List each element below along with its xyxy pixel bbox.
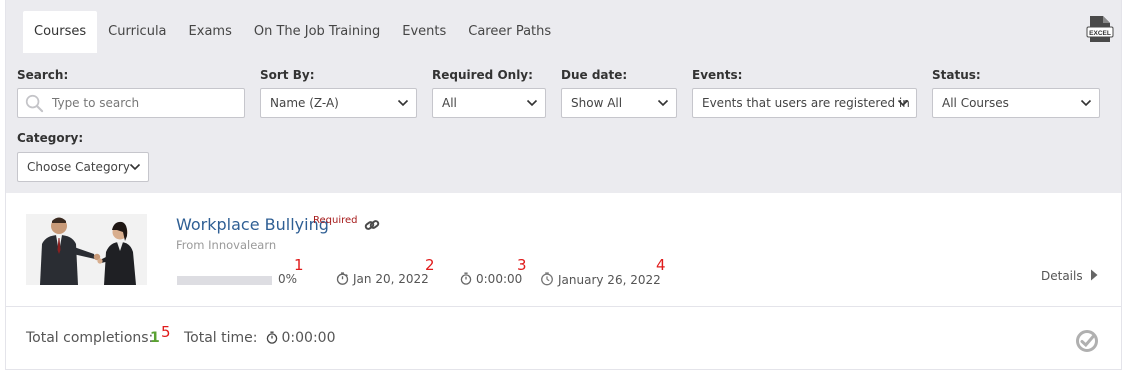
due-date-text: January 26, 2022 [558, 273, 661, 287]
annotation-marker-3: 3 [517, 256, 527, 274]
annotation-marker-1: 1 [294, 256, 304, 274]
filter-panel: Search: Type to search Sort By: Name (Z-… [6, 53, 1121, 193]
annotation-marker-2: 2 [425, 256, 435, 274]
events-select[interactable]: Events that users are registered in [692, 88, 917, 118]
excel-export-icon[interactable]: EXCEL [1086, 14, 1114, 44]
excel-badge-text: EXCEL [1089, 30, 1111, 37]
stopwatch-icon [266, 331, 277, 344]
status-label: Status: [932, 68, 981, 82]
stopwatch-icon [460, 272, 472, 285]
course-provider: From Innovalearn [176, 238, 277, 252]
header-bar: Courses Curricula Exams On The Job Train… [6, 0, 1121, 193]
progress-percent: 0% [278, 272, 298, 286]
total-time-label: Total time: [184, 330, 258, 346]
tab-courses[interactable]: Courses [23, 11, 98, 53]
chevron-down-icon [397, 99, 409, 107]
total-completions-label: Total completions: [26, 330, 154, 346]
sort-by-value: Name (Z-A) [270, 96, 339, 110]
progress-bar [177, 276, 272, 285]
annotation-marker-5: 5 [161, 323, 171, 341]
start-date: Jan 20, 2022 [336, 272, 429, 286]
total-completions-value: 1 [150, 330, 160, 346]
totals-footer: Total completions: 1 5 Total time: 0:00:… [6, 308, 1121, 370]
due-date: January 26, 2022 [540, 272, 661, 287]
search-placeholder: Type to search [52, 96, 140, 110]
course-thumbnail-image [26, 214, 147, 285]
due-date-value: Show All [571, 96, 623, 110]
start-date-text: Jan 20, 2022 [353, 272, 429, 286]
required-only-select[interactable]: All [432, 88, 546, 118]
chevron-down-icon [1080, 99, 1092, 107]
total-time: Total time: 0:00:00 [184, 330, 335, 346]
chevron-right-icon [1090, 269, 1098, 281]
required-only-value: All [442, 96, 457, 110]
total-time-value: 0:00:00 [281, 330, 336, 346]
search-icon [25, 94, 44, 113]
sort-by-select[interactable]: Name (Z-A) [260, 88, 417, 118]
required-badge: Required [313, 215, 358, 226]
tab-career-paths[interactable]: Career Paths [457, 11, 562, 53]
status-select[interactable]: All Courses [932, 88, 1100, 118]
start-timer-icon [336, 272, 349, 285]
events-label: Events: [692, 68, 743, 82]
sort-by-label: Sort By: [260, 68, 315, 82]
due-date-label: Due date: [561, 68, 628, 82]
status-value: All Courses [942, 96, 1009, 110]
search-input[interactable]: Type to search [17, 88, 245, 118]
category-label: Category: [17, 131, 84, 145]
course-title-link[interactable]: Workplace Bullying [176, 215, 329, 234]
tab-bar: Courses Curricula Exams On The Job Train… [23, 11, 562, 53]
due-date-select[interactable]: Show All [561, 88, 677, 118]
training-panel: Courses Curricula Exams On The Job Train… [5, 0, 1122, 370]
category-select[interactable]: Choose Category [17, 152, 149, 182]
tab-events[interactable]: Events [391, 11, 457, 53]
required-only-label: Required Only: [432, 68, 533, 82]
tab-exams[interactable]: Exams [178, 11, 243, 53]
chevron-down-icon [129, 163, 141, 171]
category-value: Choose Category [27, 160, 130, 174]
check-circle-icon[interactable] [1075, 329, 1099, 353]
chevron-down-icon [897, 99, 909, 107]
course-row: Workplace Bullying Required From Innoval… [6, 194, 1121, 307]
tab-curricula[interactable]: Curricula [97, 11, 177, 53]
due-date-timer-icon [541, 272, 553, 286]
tab-on-the-job-training[interactable]: On The Job Training [243, 11, 391, 53]
details-button[interactable]: Details [1041, 269, 1098, 283]
chevron-down-icon [526, 99, 538, 107]
course-thumbnail[interactable] [26, 214, 147, 285]
details-label: Details [1041, 269, 1083, 283]
annotation-marker-4: 4 [656, 256, 666, 274]
link-icon[interactable] [364, 218, 380, 232]
events-value: Events that users are registered in [702, 96, 910, 110]
search-label: Search: [17, 68, 69, 82]
time-spent: 0:00:00 [460, 272, 522, 286]
chevron-down-icon [657, 99, 669, 107]
time-spent-text: 0:00:00 [476, 272, 523, 286]
